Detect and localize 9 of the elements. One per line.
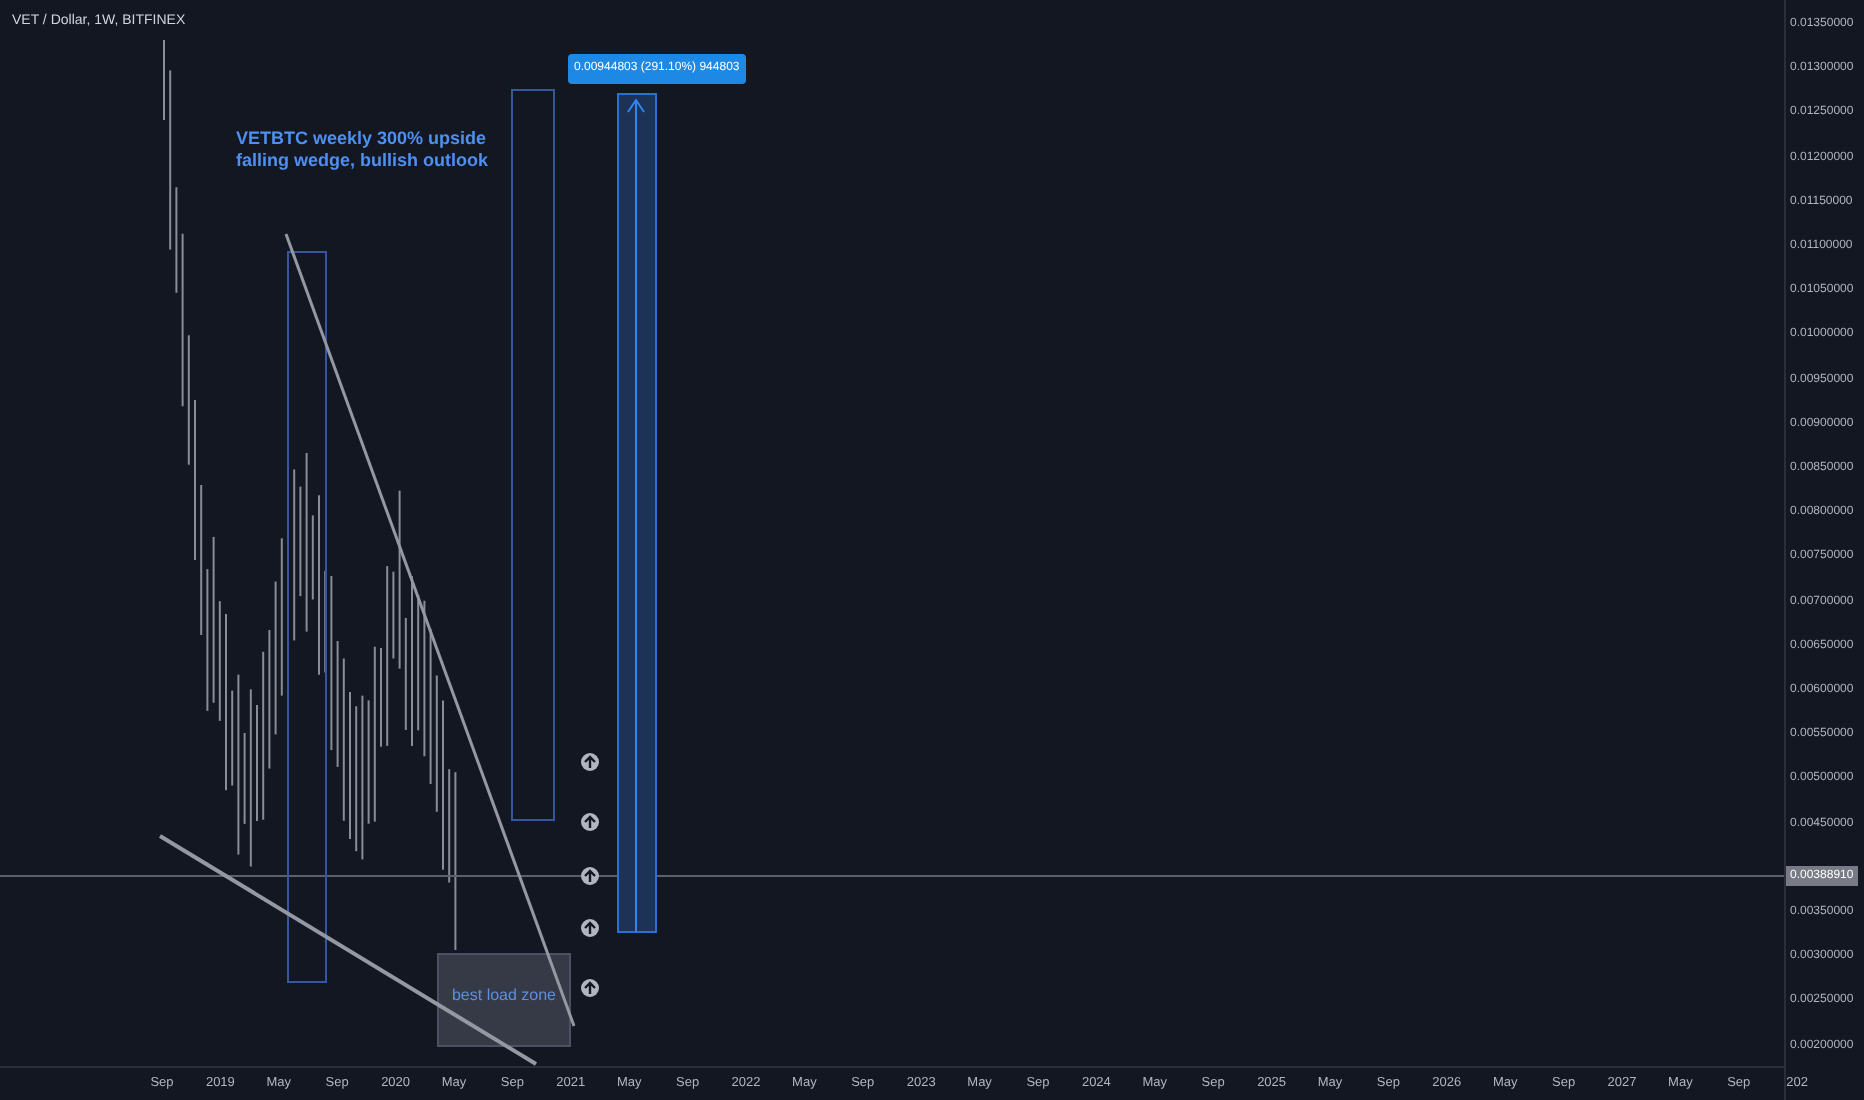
annotation-text: VETBTC weekly 300% upside	[236, 128, 488, 150]
zone-rectangle	[437, 953, 571, 1047]
zone-label: best load zone	[449, 984, 559, 1008]
arrow-up-icon	[581, 979, 599, 997]
annotation-text: falling wedge, bullish outlook	[236, 149, 488, 172]
arrow-up-icon	[581, 753, 599, 771]
arrow-up-icon	[581, 867, 599, 885]
arrow-up-icon	[581, 813, 599, 831]
arrow-up-icon	[581, 919, 599, 937]
